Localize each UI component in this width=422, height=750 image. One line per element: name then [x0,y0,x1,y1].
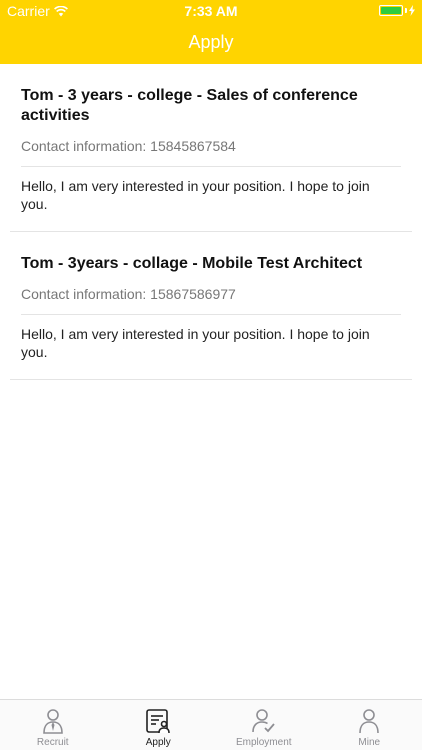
tab-label: Recruit [36,737,69,748]
tab-employment[interactable]: Employment [211,700,317,750]
status-time: 7:33 AM [184,3,238,19]
contact-info: Contact information: 15845867584 [21,138,401,167]
application-list: Tom - 3 years - college - Sales of confe… [0,64,422,380]
tab-label: Apply [145,737,171,748]
charging-icon [409,5,415,16]
contact-label: Contact information: [21,138,151,154]
apply-icon [144,706,172,736]
contact-label: Contact information: [21,286,151,302]
application-title: Tom - 3years - collage - Mobile Test Arc… [21,255,363,272]
header: Carrier 7:33 AM Apply [0,0,422,64]
contact-info: Contact information: 15867586977 [21,286,401,315]
status-bar: Carrier 7:33 AM [0,0,422,22]
tab-label: Mine [358,737,381,748]
battery-icon [379,5,415,16]
employment-icon [250,706,278,736]
application-card[interactable]: Tom - 3 years - college - Sales of confe… [10,64,412,232]
contact-phone: 15845867584 [150,138,236,154]
page-title: Apply [188,32,234,52]
tab-bar: Recruit Apply Employment Mine [0,699,422,750]
tab-recruit[interactable]: Recruit [0,700,106,750]
tab-label: Employment [235,737,292,748]
application-message: Hello, I am very interested in your posi… [21,178,370,212]
tab-mine[interactable]: Mine [317,700,422,750]
application-card[interactable]: Tom - 3years - collage - Mobile Test Arc… [10,232,412,380]
contact-phone: 15867586977 [150,286,236,302]
user-icon [355,706,383,736]
application-message: Hello, I am very interested in your posi… [21,326,370,360]
recruit-icon [39,706,67,736]
tab-apply[interactable]: Apply [106,700,212,750]
application-title: Tom - 3 years - college - Sales of confe… [21,87,358,124]
